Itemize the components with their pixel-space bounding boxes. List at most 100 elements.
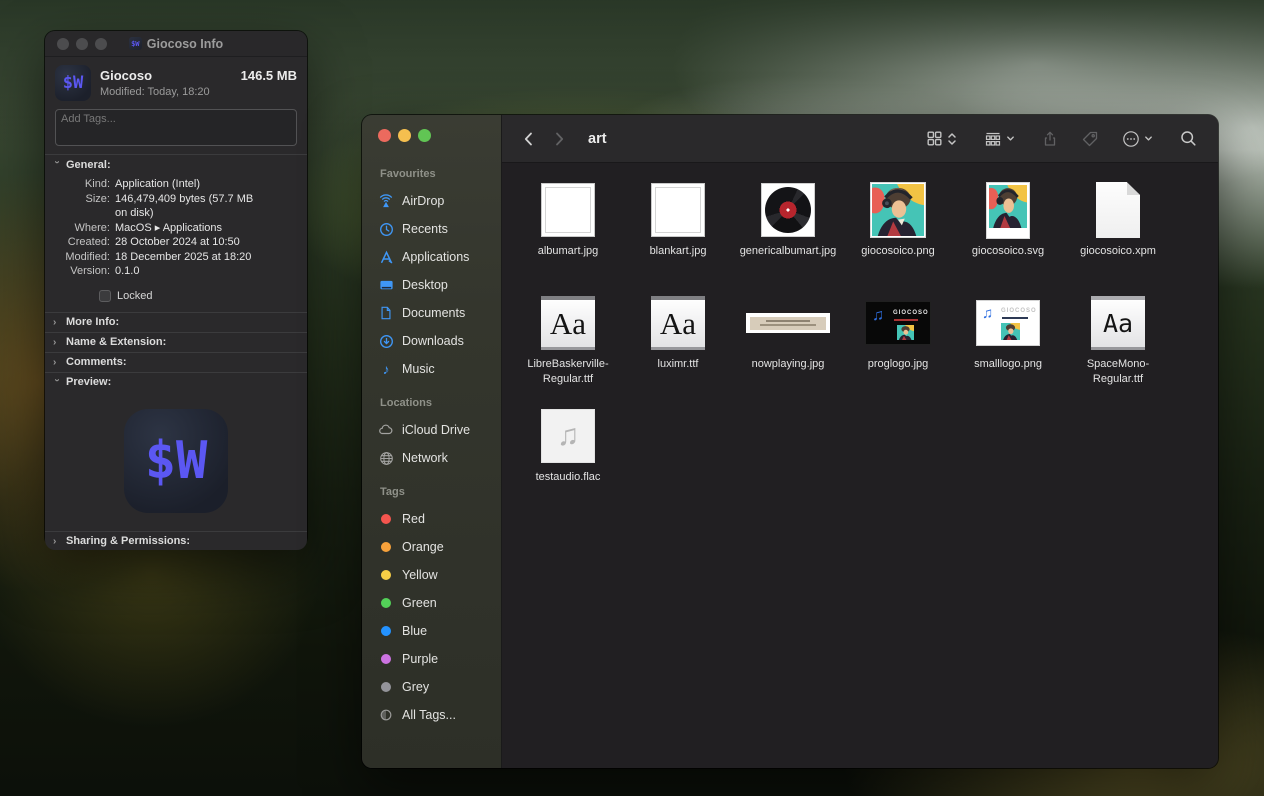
- chevron-down-icon: [1006, 134, 1015, 143]
- tag-dot-orange: [381, 542, 391, 552]
- file-nowplaying[interactable]: nowplaying.jpg: [733, 294, 843, 407]
- chevron-right-icon: ›: [53, 317, 61, 328]
- music-note-icon: ♫: [872, 308, 884, 324]
- chevron-right-icon: ›: [53, 357, 61, 368]
- cloud-icon: [378, 422, 394, 438]
- group-by-button[interactable]: [983, 129, 1015, 149]
- zoom-button[interactable]: [95, 38, 107, 50]
- file-giocosoico-svg[interactable]: giocosoico.svg: [953, 181, 1063, 294]
- globe-icon: [378, 451, 394, 466]
- app-mini-icon: $W: [129, 37, 142, 50]
- sidebar-item-network[interactable]: Network: [378, 444, 501, 472]
- file-blankart[interactable]: blankart.jpg: [623, 181, 733, 294]
- file-genericalbumart[interactable]: genericalbumart.jpg: [733, 181, 843, 294]
- group-by-icon: [983, 129, 1003, 149]
- info-window-controls: [57, 38, 107, 50]
- info-row-kind: Kind: Application (Intel): [45, 177, 307, 192]
- section-sharing-permissions: › Sharing & Permissions:: [45, 531, 307, 550]
- tag-dot-yellow: [381, 570, 391, 580]
- tag-dot-grey: [381, 682, 391, 692]
- more-actions-button[interactable]: [1121, 129, 1153, 149]
- vinyl-record-thumbnail: [761, 183, 815, 237]
- chevron-down-icon: ›: [52, 161, 63, 169]
- sidebar-item-recents[interactable]: Recents: [378, 215, 501, 243]
- sharing-permissions-header[interactable]: › Sharing & Permissions:: [45, 532, 307, 551]
- sidebar-item-airdrop[interactable]: AirDrop: [378, 187, 501, 215]
- sidebar-tag-blue[interactable]: Blue: [378, 617, 501, 645]
- sidebar-tag-green[interactable]: Green: [378, 589, 501, 617]
- sidebar-item-documents[interactable]: Documents: [378, 299, 501, 327]
- finder-window-title: art: [588, 131, 607, 147]
- file-smalllogo[interactable]: ♫ GIOCOSO: [953, 294, 1063, 407]
- sidebar-item-applications[interactable]: Applications: [378, 243, 501, 271]
- generic-document-icon: [1096, 182, 1140, 238]
- file-proglogo[interactable]: ♫ GIOCOSO: [843, 294, 953, 407]
- tag-button[interactable]: [1081, 130, 1099, 148]
- ellipsis-circle-icon: [1121, 129, 1141, 149]
- file-giocosoico-xpm[interactable]: giocosoico.xpm: [1063, 181, 1173, 294]
- locked-label: Locked: [117, 290, 152, 302]
- more-info-header[interactable]: › More Info:: [45, 313, 307, 332]
- sidebar-tag-red[interactable]: Red: [378, 505, 501, 533]
- sidebar-tag-purple[interactable]: Purple: [378, 645, 501, 673]
- forward-button[interactable]: [550, 130, 568, 148]
- file-librebaskerville[interactable]: Aa LibreBaskerville-Regular.ttf: [513, 294, 623, 407]
- sidebar-item-downloads[interactable]: Downloads: [378, 327, 501, 355]
- general-label: General:: [66, 159, 111, 171]
- app-size: 146.5 MB: [241, 65, 297, 101]
- minimize-button[interactable]: [76, 38, 88, 50]
- sidebar-item-music[interactable]: ♪ Music: [378, 355, 501, 383]
- tag-dot-blue: [381, 626, 391, 636]
- desktop-icon: [378, 278, 394, 293]
- section-general: › General: Kind: Application (Intel) Siz…: [45, 154, 307, 302]
- file-albumart[interactable]: albumart.jpg: [513, 181, 623, 294]
- sidebar-tag-yellow[interactable]: Yellow: [378, 561, 501, 589]
- share-icon: [1041, 130, 1059, 148]
- preview-header[interactable]: › Preview:: [45, 373, 307, 392]
- music-note-icon: ♪: [378, 361, 394, 377]
- comments-header[interactable]: › Comments:: [45, 353, 307, 372]
- sidebar-tag-grey[interactable]: Grey: [378, 673, 501, 701]
- share-button[interactable]: [1041, 130, 1059, 148]
- minimize-button[interactable]: [398, 129, 411, 142]
- info-titlebar[interactable]: $W Giocoso Info: [45, 31, 307, 57]
- info-row-where: Where: MacOS ▸ Applications: [45, 221, 307, 236]
- section-more-info: › More Info:: [45, 312, 307, 332]
- file-giocosoico-png[interactable]: giocosoico.png: [843, 181, 953, 294]
- info-row-version: Version: 0.1.0: [45, 264, 307, 279]
- section-comments: › Comments:: [45, 352, 307, 372]
- sidebar-tag-orange[interactable]: Orange: [378, 533, 501, 561]
- info-row-created: Created: 28 October 2024 at 10:50: [45, 235, 307, 250]
- general-header[interactable]: › General:: [45, 155, 307, 174]
- name-extension-header[interactable]: › Name & Extension:: [45, 333, 307, 352]
- back-button[interactable]: [520, 130, 538, 148]
- sidebar-header-tags: Tags: [380, 486, 501, 498]
- finder-toolbar: art: [502, 115, 1218, 163]
- section-name-extension: › Name & Extension:: [45, 332, 307, 352]
- tag-dot-green: [381, 598, 391, 608]
- sidebar-item-icloud-drive[interactable]: iCloud Drive: [378, 416, 501, 444]
- clock-icon: [378, 222, 394, 237]
- sidebar-item-desktop[interactable]: Desktop: [378, 271, 501, 299]
- zoom-button[interactable]: [418, 129, 431, 142]
- close-button[interactable]: [378, 129, 391, 142]
- chevron-down-icon: ›: [52, 378, 63, 386]
- search-button[interactable]: [1179, 129, 1198, 148]
- locked-checkbox[interactable]: [99, 290, 111, 302]
- info-row-modified: Modified: 18 December 2025 at 18:20: [45, 250, 307, 265]
- view-switcher-button[interactable]: [925, 129, 957, 148]
- applications-icon: [378, 250, 394, 265]
- chevron-right-icon: ›: [53, 536, 61, 547]
- finder-content-area[interactable]: albumart.jpg blankart.jpg genericalbumar…: [502, 163, 1218, 768]
- document-icon: [378, 306, 394, 320]
- info-header: $W Giocoso Modified: Today, 18:20 146.5 …: [45, 57, 307, 107]
- file-spacemono[interactable]: Aa SpaceMono-Regular.ttf: [1063, 294, 1173, 407]
- close-button[interactable]: [57, 38, 69, 50]
- add-tags-input[interactable]: [55, 109, 297, 146]
- sidebar-item-all-tags[interactable]: All Tags...: [378, 701, 501, 729]
- sidebar-header-locations: Locations: [380, 397, 501, 409]
- file-testaudio[interactable]: ♫ testaudio.flac: [513, 407, 623, 520]
- finder-window: Favourites AirDrop Recents: [362, 115, 1218, 768]
- font-preview-icon: Aa: [1091, 296, 1145, 350]
- file-luximr[interactable]: Aa luximr.ttf: [623, 294, 733, 407]
